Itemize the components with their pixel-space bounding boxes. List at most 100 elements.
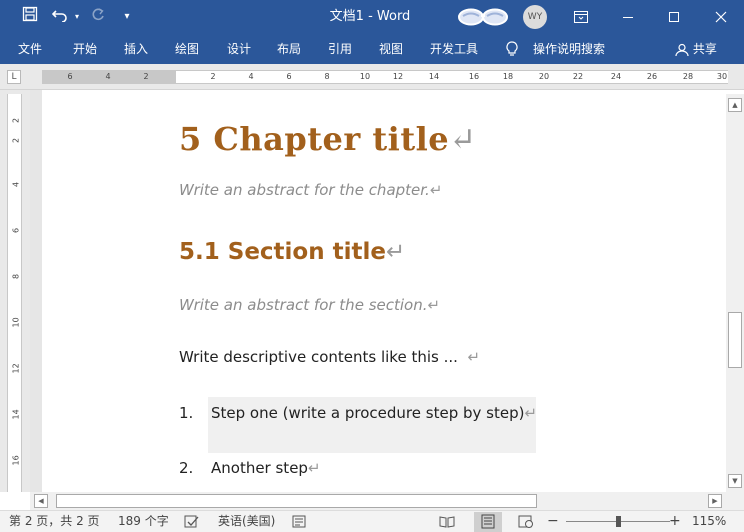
read-mode-icon[interactable] xyxy=(439,514,455,529)
share-label: 共享 xyxy=(692,42,717,56)
maximize-icon[interactable] xyxy=(651,0,697,34)
undo-dropdown-icon[interactable]: ▾ xyxy=(72,0,82,34)
tab-file[interactable]: 文件 xyxy=(18,34,42,64)
macro-record-icon[interactable] xyxy=(292,514,308,529)
vertical-scrollbar[interactable]: ▲ ▼ xyxy=(726,94,744,492)
ruler-number: 10 xyxy=(359,72,371,81)
ruler-number: 16 xyxy=(11,455,21,466)
paragraph-mark: ↵ xyxy=(427,296,441,314)
section-title[interactable]: 5.1 Section title↵ xyxy=(179,239,405,265)
ruler-number: 24 xyxy=(610,72,622,81)
ruler-number: 12 xyxy=(11,363,21,374)
document-title: 文档1 - Word xyxy=(329,9,411,24)
horizontal-scroll-thumb[interactable] xyxy=(56,494,537,508)
title-bar: ▾ ▾ 文档1 - Word WY xyxy=(0,0,744,34)
ruler-number: 10 xyxy=(11,317,21,328)
ruler-number: 14 xyxy=(11,409,21,420)
paragraph-mark: ↵ xyxy=(467,348,481,366)
proofing-icon[interactable] xyxy=(184,514,200,529)
language[interactable]: 英语(美国) xyxy=(218,511,275,532)
scroll-left-icon[interactable]: ◀ xyxy=(34,494,48,508)
tab-developer[interactable]: 开发工具 xyxy=(430,34,478,64)
lightbulb-icon[interactable] xyxy=(506,34,518,64)
undo-icon[interactable] xyxy=(48,0,72,34)
ruler-number: 22 xyxy=(572,72,584,81)
ruler-number: 2 xyxy=(210,72,216,81)
sunglasses-icon xyxy=(458,8,508,26)
tab-references[interactable]: 引用 xyxy=(328,34,352,64)
paragraph-mark: ↵ xyxy=(307,459,321,477)
ruler-number: 30 xyxy=(716,72,728,81)
paragraph-mark: ↵ xyxy=(429,181,443,199)
ruler-number: 4 xyxy=(248,72,254,81)
word-count[interactable]: 189 个字 xyxy=(118,511,169,532)
person-icon xyxy=(675,43,689,56)
paragraph-mark: ↵ xyxy=(385,239,406,265)
document-page[interactable]: 5 Chapter title↵ Write an abstract for t… xyxy=(42,90,726,492)
vertical-ruler[interactable]: 2 2 4 6 8 10 12 14 16 xyxy=(0,90,30,492)
scroll-right-icon[interactable]: ▶ xyxy=(708,494,722,508)
ruler-number: 14 xyxy=(428,72,440,81)
chapter-abstract[interactable]: Write an abstract for the chapter.↵ xyxy=(179,181,442,199)
ruler-number: 28 xyxy=(682,72,694,81)
scroll-down-icon[interactable]: ▼ xyxy=(728,474,742,488)
scrollbar-corner xyxy=(726,492,744,510)
ruler-number: 6 xyxy=(67,72,73,81)
ruler-number: 6 xyxy=(11,227,21,234)
page-count[interactable]: 第 2 页，共 2 页 xyxy=(9,511,100,532)
tab-insert[interactable]: 插入 xyxy=(124,34,148,64)
customize-quick-access-icon[interactable]: ▾ xyxy=(118,0,136,34)
list-item[interactable]: Another step↵ xyxy=(211,459,321,477)
tell-me-search[interactable]: 操作说明搜索 xyxy=(533,34,605,64)
ruler-bar: L 6 4 2 2 4 6 8 10 12 14 16 18 20 22 24 … xyxy=(0,64,744,156)
ruler-number: 8 xyxy=(324,72,330,81)
ruler-number: 2 xyxy=(143,72,149,81)
horizontal-ruler[interactable]: 6 4 2 2 4 6 8 10 12 14 16 18 20 22 24 26… xyxy=(42,70,728,84)
zoom-out-button[interactable]: − xyxy=(547,511,559,532)
ruler-number: 20 xyxy=(538,72,550,81)
ruler-number: 8 xyxy=(11,273,21,280)
tab-selector[interactable]: L xyxy=(7,70,21,84)
ruler-number: 4 xyxy=(11,181,21,188)
status-bar: 第 2 页，共 2 页 189 个字 英语(美国) − + 115% xyxy=(0,510,744,532)
zoom-in-button[interactable]: + xyxy=(669,511,681,532)
document-canvas[interactable]: 5 Chapter title↵ Write an abstract for t… xyxy=(30,90,726,492)
share-button[interactable]: 共享 xyxy=(675,34,717,64)
zoom-level[interactable]: 115% xyxy=(692,511,726,532)
tab-layout[interactable]: 布局 xyxy=(277,34,301,64)
list-number: 1. xyxy=(179,404,194,422)
paragraph-mark: ↵ xyxy=(524,404,538,422)
vertical-scroll-thumb[interactable] xyxy=(728,312,742,368)
ruler-number: 4 xyxy=(105,72,111,81)
redo-icon[interactable] xyxy=(88,0,108,34)
print-layout-icon[interactable] xyxy=(480,514,496,529)
ruler-number: 16 xyxy=(468,72,480,81)
ribbon-display-options-icon[interactable] xyxy=(558,0,604,34)
web-layout-icon[interactable] xyxy=(518,514,534,529)
scroll-up-icon[interactable]: ▲ xyxy=(728,98,742,112)
save-icon[interactable] xyxy=(16,0,44,34)
close-icon[interactable] xyxy=(698,0,744,34)
ruler-number: 6 xyxy=(286,72,292,81)
tab-home[interactable]: 开始 xyxy=(73,34,97,64)
list-item[interactable]: Step one (write a procedure step by step… xyxy=(211,404,537,422)
body-paragraph[interactable]: Write descriptive contents like this ...… xyxy=(179,348,480,366)
section-abstract[interactable]: Write an abstract for the section.↵ xyxy=(179,296,440,314)
ruler-number: 12 xyxy=(392,72,404,81)
ruler-number: 2 xyxy=(11,137,21,144)
horizontal-scrollbar[interactable]: ◀ ▶ xyxy=(30,492,726,510)
ruler-number: 26 xyxy=(646,72,658,81)
list-number: 2. xyxy=(179,459,194,477)
tab-design[interactable]: 设计 xyxy=(227,34,251,64)
paragraph-mark: ↵ xyxy=(449,120,477,158)
ribbon-tabs: 文件 开始 插入 绘图 设计 布局 引用 视图 开发工具 操作说明搜索 共享 xyxy=(0,34,744,64)
ruler-number: 18 xyxy=(502,72,514,81)
vertical-ruler-strip: 2 2 4 6 8 10 12 14 16 xyxy=(7,94,22,492)
tab-view[interactable]: 视图 xyxy=(379,34,403,64)
tab-draw[interactable]: 绘图 xyxy=(175,34,199,64)
zoom-slider-thumb[interactable] xyxy=(616,516,621,527)
chapter-title[interactable]: 5 Chapter title↵ xyxy=(179,120,476,158)
minimize-icon[interactable] xyxy=(605,0,651,34)
avatar[interactable]: WY xyxy=(523,5,547,29)
ruler-number: 2 xyxy=(11,117,21,124)
